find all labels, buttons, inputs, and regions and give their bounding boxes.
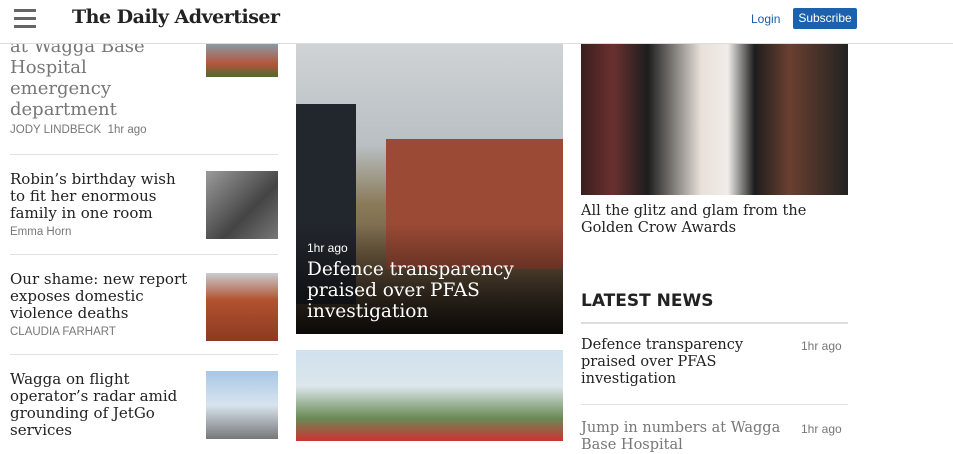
sports-image[interactable]	[296, 350, 563, 441]
subscribe-button[interactable]: Subscribe	[793, 8, 857, 29]
latest-time: 1hr ago	[801, 422, 842, 436]
menu-icon[interactable]	[14, 9, 36, 31]
article-thumbnail[interactable]	[206, 44, 278, 77]
latest-news-item[interactable]: Jump in numbers at Wagga Base Hospital 1…	[581, 420, 848, 454]
list-item[interactable]: Robin’s birthday wish to fit her enormou…	[10, 154, 278, 239]
feature-time: 1hr ago	[307, 241, 348, 255]
article-title[interactable]: Wagga on flight operator’s radar amid gr…	[10, 371, 190, 439]
latest-news-item[interactable]: Defence transparency praised over PFAS i…	[581, 337, 848, 388]
site-header: The Daily Advertiser Login Subscribe	[0, 0, 953, 44]
latest-time: 1hr ago	[801, 339, 842, 353]
list-item[interactable]: Wagga on flight operator’s radar amid gr…	[10, 354, 278, 439]
glitz-title[interactable]: All the glitz and glam from the Golden C…	[581, 203, 848, 237]
article-time: 1hr ago	[107, 124, 147, 136]
article-author: JODY LINDBECK	[10, 124, 102, 136]
list-item[interactable]: Our shame: new report exposes domestic v…	[10, 254, 278, 341]
divider	[581, 404, 848, 405]
article-title[interactable]: Robin’s birthday wish to fit her enormou…	[10, 171, 190, 222]
article-thumbnail[interactable]	[206, 171, 278, 239]
list-item[interactable]: at Wagga Base Hospital emergency departm…	[10, 36, 278, 136]
article-thumbnail[interactable]	[206, 273, 278, 341]
latest-title[interactable]: Defence transparency praised over PFAS i…	[581, 337, 786, 388]
login-link[interactable]: Login	[751, 12, 780, 26]
article-title[interactable]: at Wagga Base Hospital emergency departm…	[10, 36, 190, 120]
article-title[interactable]: Our shame: new report exposes domestic v…	[10, 271, 190, 322]
divider	[581, 322, 848, 324]
glitz-image[interactable]	[581, 44, 848, 195]
latest-news-heading: LATEST NEWS	[581, 291, 714, 311]
feature-title[interactable]: Defence transparency praised over PFAS i…	[307, 259, 547, 322]
feature-article[interactable]: 1hr ago Defence transparency praised ove…	[296, 44, 563, 334]
latest-title[interactable]: Jump in numbers at Wagga Base Hospital	[581, 420, 786, 454]
article-thumbnail[interactable]	[206, 371, 278, 439]
site-logo[interactable]: The Daily Advertiser	[72, 6, 280, 28]
